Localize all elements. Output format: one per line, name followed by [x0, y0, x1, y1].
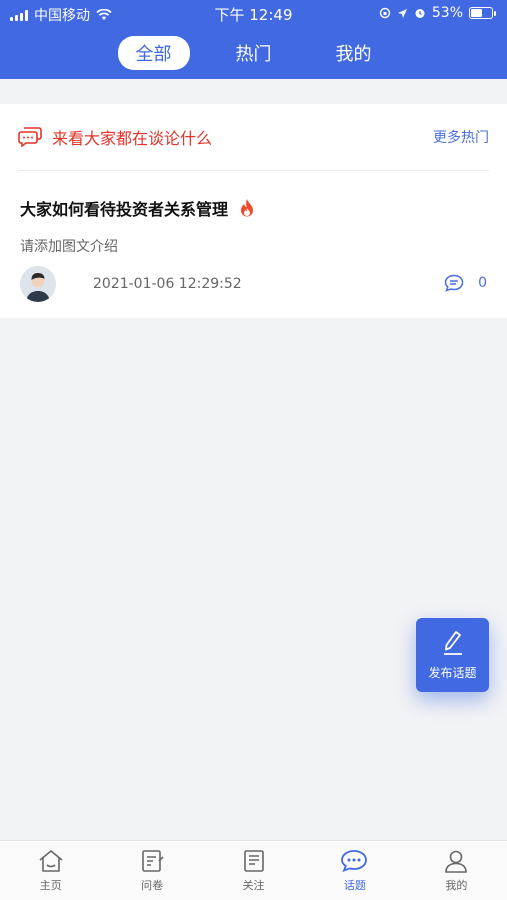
nav-survey[interactable]: 问卷: [101, 841, 202, 900]
avatar[interactable]: [20, 266, 56, 302]
nav-follow[interactable]: 关注: [203, 841, 304, 900]
tab-mine[interactable]: 我的: [318, 36, 390, 70]
tab-hot[interactable]: 热门: [218, 36, 290, 70]
comment-button[interactable]: 0: [444, 274, 487, 292]
follow-icon: [243, 849, 264, 872]
nav-topics-label: 话题: [343, 878, 366, 892]
comment-count: 0: [478, 275, 487, 291]
battery-icon: [469, 7, 496, 19]
home-icon: [39, 849, 63, 872]
user-icon: [445, 850, 468, 873]
survey-icon: [142, 849, 164, 872]
header: 中国移动 下午 12:49 53% 全部 热门 我的: [0, 0, 507, 79]
chat-icon: [341, 849, 367, 872]
nav-topics[interactable]: 话题: [304, 841, 405, 900]
fire-icon: [241, 199, 254, 217]
user-avatar-icon: [20, 266, 56, 302]
more-hot-link[interactable]: 更多热门: [433, 127, 489, 147]
hot-section-header: 来看大家都在谈论什么 更多热门: [18, 104, 489, 171]
top-tabs: 全部 热门 我的: [0, 36, 507, 70]
nav-home[interactable]: 主页: [0, 841, 101, 900]
hot-section-title: 来看大家都在谈论什么: [52, 129, 213, 148]
publish-topic-button[interactable]: 发布话题: [416, 618, 489, 692]
publish-topic-label: 发布话题: [428, 665, 477, 680]
location-icon: [397, 8, 407, 18]
nav-follow-label: 关注: [242, 878, 265, 892]
topic-title-text: 大家如何看待投资者关系管理: [20, 200, 229, 219]
nav-mine-label: 我的: [445, 878, 468, 892]
pen-icon: [443, 630, 462, 655]
comment-icon: [444, 274, 464, 292]
rotation-lock-icon: [379, 7, 391, 19]
topic-date: 2021-01-06 12:29:52: [93, 276, 242, 292]
topic-description: 请添加图文介绍: [20, 239, 118, 255]
alarm-icon: [415, 9, 425, 18]
nav-home-label: 主页: [39, 878, 62, 892]
nav-mine[interactable]: 我的: [406, 841, 507, 900]
topic-card: 来看大家都在谈论什么 更多热门 大家如何看待投资者关系管理 请添加图文介绍 20…: [0, 104, 507, 318]
status-bar: 中国移动 下午 12:49 53%: [0, 0, 507, 28]
discussion-icon: [18, 127, 42, 147]
topic-title[interactable]: 大家如何看待投资者关系管理: [20, 196, 256, 220]
bottom-nav: 主页 问卷 关注 话题 我的: [0, 840, 507, 900]
tab-all[interactable]: 全部: [117, 36, 190, 70]
battery-percent: 53%: [431, 5, 463, 21]
nav-survey-label: 问卷: [141, 878, 164, 892]
